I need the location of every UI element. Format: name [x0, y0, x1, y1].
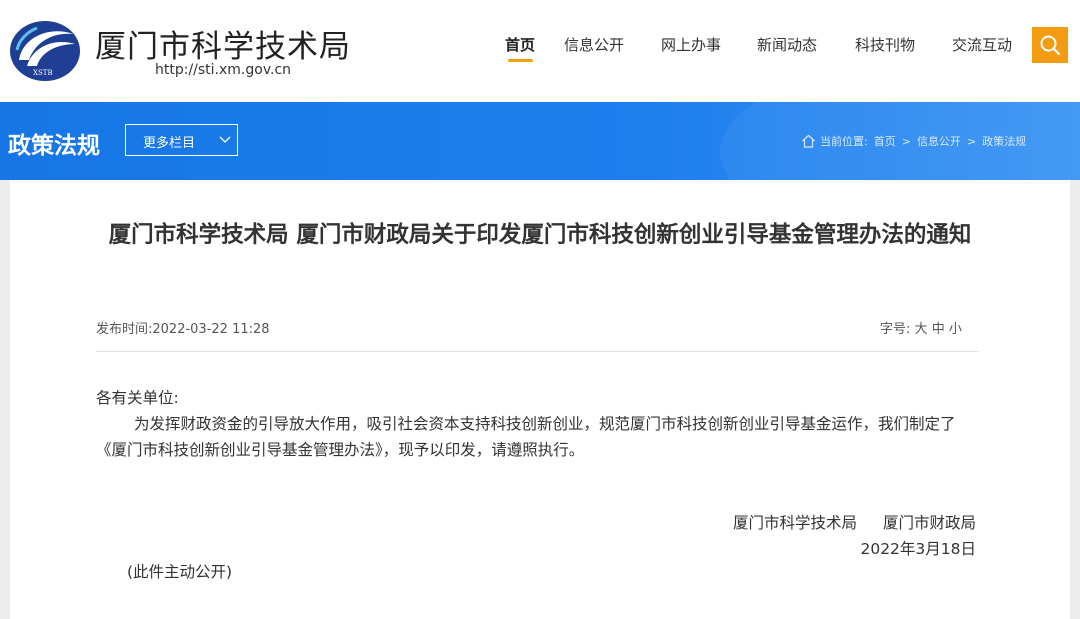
breadcrumb-home[interactable]: 首页: [874, 135, 896, 148]
nav-item-online-services[interactable]: 网上办事: [661, 34, 721, 55]
home-icon: [802, 134, 815, 148]
publish-time-value: 2022-03-22 11:28: [152, 322, 270, 337]
nav-item-news[interactable]: 新闻动态: [757, 34, 817, 55]
font-size-label: 字号:: [880, 322, 911, 337]
article-container: 厦门市科学技术局 厦门市财政局关于印发厦门市科技创新创业引导基金管理办法的通知 …: [10, 180, 1070, 619]
article-body: 各有关单位: 为发挥财政资金的引导放大作用，吸引社会资本支持科技创新创业，规范厦…: [96, 385, 981, 463]
breadcrumb-policy[interactable]: 政策法规: [982, 135, 1026, 148]
nav-item-home[interactable]: 首页: [505, 34, 535, 55]
breadcrumb-separator: >: [966, 134, 977, 148]
search-button[interactable]: [1032, 27, 1068, 63]
nav-active-indicator: [508, 59, 533, 62]
section-title: 政策法规: [8, 133, 100, 159]
site-url: http://sti.xm.gov.cn: [155, 62, 292, 78]
publish-time: 发布时间:2022-03-22 11:28: [96, 318, 270, 337]
chevron-down-icon: [219, 136, 231, 143]
divider: [96, 351, 979, 352]
breadcrumb-info-disclosure[interactable]: 信息公开: [917, 135, 961, 148]
more-columns-dropdown[interactable]: 更多栏目: [125, 124, 238, 156]
publish-time-label: 发布时间:: [96, 322, 153, 337]
salutation: 各有关单位:: [96, 389, 179, 407]
more-columns-label: 更多栏目: [143, 136, 196, 151]
signature-org-finance: 厦门市财政局: [882, 514, 976, 532]
nav-item-interaction[interactable]: 交流互动: [952, 34, 1012, 55]
signature-org-sti: 厦门市科学技术局: [732, 514, 857, 532]
article-title: 厦门市科学技术局 厦门市财政局关于印发厦门市科技创新创业引导基金管理办法的通知: [108, 222, 972, 248]
font-size-small[interactable]: 小: [949, 322, 962, 337]
search-icon: [1040, 35, 1061, 56]
font-size-medium[interactable]: 中: [932, 322, 945, 337]
breadcrumb: 当前位置: 首页 > 信息公开 > 政策法规: [801, 133, 1026, 151]
font-size-control: 字号: 大 中 小: [880, 318, 962, 337]
signature-date: 2022年3月18日: [860, 540, 976, 558]
site-header: XSTB 厦门市科学技术局 http://sti.xm.gov.cn 首页 信息…: [0, 0, 1080, 102]
main-nav: 首页 信息公开 网上办事 新闻动态 科技刊物 交流互动: [0, 34, 1080, 64]
breadcrumb-prefix: 当前位置:: [820, 135, 868, 148]
breadcrumb-separator: >: [901, 134, 911, 148]
nav-item-publications[interactable]: 科技刊物: [855, 34, 915, 55]
font-size-large[interactable]: 大: [915, 322, 928, 337]
section-banner: 政策法规 更多栏目 当前位置: 首页 > 信息公开 > 政策法规: [0, 102, 1080, 180]
signature-block: 厦门市科学技术局 厦门市财政局 2022年3月18日: [610, 510, 976, 562]
svg-text:XSTB: XSTB: [33, 69, 53, 77]
body-paragraph: 为发挥财政资金的引导放大作用，吸引社会资本支持科技创新创业，规范厦门市科技创新创…: [96, 415, 956, 459]
public-note: (此件主动公开): [127, 563, 233, 581]
nav-item-info-disclosure[interactable]: 信息公开: [564, 34, 624, 55]
